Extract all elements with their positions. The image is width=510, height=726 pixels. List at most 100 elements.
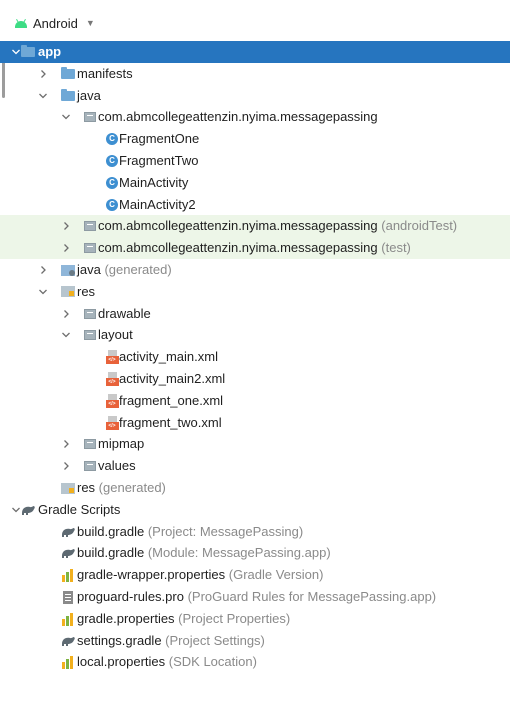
item-name: FragmentOne: [119, 131, 200, 147]
tree-row-label: java: [77, 88, 101, 103]
gradle-icon: [60, 546, 76, 560]
item-name: gradle.properties: [77, 610, 175, 626]
item-name: drawable: [98, 305, 151, 321]
tree-row-label: mipmap: [98, 436, 144, 451]
chevron-right-icon[interactable]: [60, 308, 72, 320]
tree-row-main-activity[interactable]: C MainActivity: [0, 172, 510, 194]
tree-row-local-properties[interactable]: local.properties (SDK Location): [0, 651, 510, 673]
resource-folder-icon: [60, 285, 76, 299]
properties-file-icon: [60, 612, 76, 626]
tree-row-java[interactable]: java: [0, 85, 510, 107]
tree-row-gradle-properties[interactable]: gradle.properties (Project Properties): [0, 608, 510, 630]
tree-row-activity-main2-xml[interactable]: </> activity_main2.xml: [0, 368, 510, 390]
item-secondary-label: (test): [377, 240, 411, 256]
xml-file-icon: </>: [104, 350, 120, 365]
tree-row-layout[interactable]: layout: [0, 324, 510, 346]
tree-row-java-generated[interactable]: java (generated): [0, 259, 510, 281]
tree-row-label: com.abmcollegeattenzin.nyima.messagepass…: [98, 218, 457, 233]
item-secondary-label: (Gradle Version): [225, 567, 324, 583]
tree-row-main-activity2[interactable]: C MainActivity2: [0, 194, 510, 216]
text-file-icon: [60, 590, 76, 604]
tree-row-gradle-wrapper[interactable]: gradle-wrapper.properties (Gradle Versio…: [0, 564, 510, 586]
folder-icon: [60, 88, 76, 103]
chevron-right-icon[interactable]: [60, 242, 72, 254]
chevron-down-icon[interactable]: [37, 90, 49, 102]
xml-file-icon: </>: [104, 415, 120, 430]
tree-row-label: FragmentOne: [119, 131, 199, 146]
tree-row-build-gradle-project[interactable]: build.gradle (Project: MessagePassing): [0, 521, 510, 543]
tree-row-label: res (generated): [77, 480, 166, 495]
class-icon: C: [104, 132, 120, 146]
package-folder-icon: [82, 219, 98, 233]
tree-row-label: res: [77, 284, 95, 299]
tree-row-mipmap[interactable]: mipmap: [0, 433, 510, 455]
item-name: build.gradle: [77, 523, 145, 539]
chevron-right-icon[interactable]: [60, 438, 72, 450]
tree-row-settings-gradle[interactable]: settings.gradle (Project Settings): [0, 630, 510, 652]
package-folder-icon: [82, 437, 98, 451]
tree-row-proguard[interactable]: proguard-rules.pro (ProGuard Rules for M…: [0, 586, 510, 608]
tree-row-fragment-one[interactable]: C FragmentOne: [0, 128, 510, 150]
tree-row-app[interactable]: app: [0, 41, 510, 63]
tree-row-label: settings.gradle (Project Settings): [77, 633, 265, 648]
gradle-icon: [20, 503, 36, 517]
item-secondary-label: (ProGuard Rules for MessagePassing.app): [183, 589, 437, 604]
project-view-selector[interactable]: Android ▼: [14, 14, 95, 32]
chevron-down-icon[interactable]: [60, 111, 72, 123]
item-name: MainActivity: [119, 174, 189, 190]
item-name: com.abmcollegeattenzin.nyima.messagepass…: [98, 109, 378, 125]
caret-down-icon[interactable]: ▼: [86, 18, 95, 28]
item-name: com.abmcollegeattenzin.nyima.messagepass…: [98, 240, 378, 256]
tree-row-gradle-scripts[interactable]: Gradle Scripts: [0, 499, 510, 521]
tree-row-label: fragment_one.xml: [119, 393, 223, 408]
package-folder-icon: [82, 328, 98, 342]
resource-folder-icon: [60, 481, 76, 495]
properties-file-icon: [60, 568, 76, 583]
item-name: java: [77, 262, 101, 277]
item-name: gradle-wrapper.properties: [77, 567, 226, 583]
item-name: MainActivity2: [119, 196, 196, 212]
tree-row-res[interactable]: res: [0, 281, 510, 303]
tree-row-values[interactable]: values: [0, 455, 510, 477]
tree-row-build-gradle-module[interactable]: build.gradle (Module: MessagePassing.app…: [0, 542, 510, 564]
chevron-down-icon[interactable]: [37, 286, 49, 298]
project-view-label: Android: [33, 15, 78, 31]
item-secondary-label: (Project Properties): [174, 610, 291, 626]
tree-row-pkg-test[interactable]: com.abmcollegeattenzin.nyima.messagepass…: [0, 237, 510, 260]
tree-row-pkg-main[interactable]: com.abmcollegeattenzin.nyima.messagepass…: [0, 106, 510, 128]
item-name: fragment_one.xml: [119, 392, 224, 408]
tree-row-label: fragment_two.xml: [119, 415, 222, 430]
tree-row-label: MainActivity2: [119, 197, 196, 212]
gradle-icon: [60, 634, 76, 648]
chevron-right-icon[interactable]: [37, 264, 49, 276]
tree-row-res-generated[interactable]: res (generated): [0, 477, 510, 499]
item-secondary-label: (androidTest): [377, 218, 458, 234]
item-secondary-label: (Module: MessagePassing.app): [144, 545, 331, 561]
chevron-right-icon[interactable]: [37, 68, 49, 80]
tree-row-fragment-two-xml[interactable]: </> fragment_two.xml: [0, 412, 510, 434]
class-icon: C: [104, 154, 120, 168]
tree-row-activity-main-xml[interactable]: </> activity_main.xml: [0, 346, 510, 368]
item-name: manifests: [77, 65, 133, 81]
tree-row-fragment-two[interactable]: C FragmentTwo: [0, 150, 510, 172]
folder-icon: [60, 66, 76, 81]
package-folder-icon: [82, 241, 98, 255]
tree-row-label: Gradle Scripts: [38, 502, 120, 517]
tree-row-label: gradle.properties (Project Properties): [77, 611, 290, 626]
tree-row-drawable[interactable]: drawable: [0, 303, 510, 325]
tree-row-manifests[interactable]: manifests: [0, 63, 510, 85]
gradle-icon: [60, 525, 76, 539]
item-name: values: [98, 458, 136, 474]
chevron-down-icon[interactable]: [60, 329, 72, 341]
tree-row-fragment-one-xml[interactable]: </> fragment_one.xml: [0, 390, 510, 412]
chevron-right-icon[interactable]: [60, 460, 72, 472]
package-folder-icon: [82, 110, 98, 124]
tree-row-label: proguard-rules.pro (ProGuard Rules for M…: [77, 589, 436, 604]
item-name: activity_main.xml: [119, 349, 218, 365]
tree-row-label: manifests: [77, 66, 133, 81]
generated-folder-icon: [60, 263, 76, 277]
tree-row-pkg-androidtest[interactable]: com.abmcollegeattenzin.nyima.messagepass…: [0, 215, 510, 238]
chevron-right-icon[interactable]: [60, 220, 72, 232]
tree-row-label: drawable: [98, 306, 151, 321]
project-view-header: Android ▼: [0, 0, 510, 42]
